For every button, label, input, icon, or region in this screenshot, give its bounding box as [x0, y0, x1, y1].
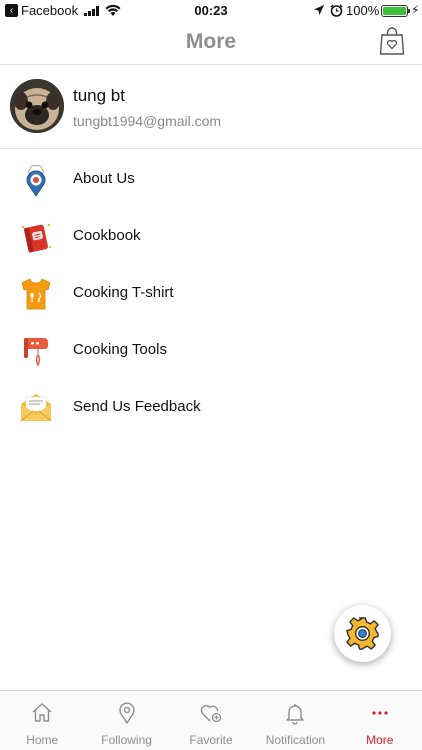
tab-home[interactable]: Home: [0, 691, 84, 750]
bell-icon: [286, 704, 305, 725]
tab-favorite[interactable]: Favorite: [169, 691, 253, 750]
menu-item-cooking-tshirt[interactable]: Cooking T-shirt: [0, 264, 422, 321]
location-pin-icon: [118, 702, 135, 724]
menu-item-label: Cookbook: [73, 227, 141, 244]
tab-notification[interactable]: Notification: [253, 691, 337, 750]
settings-fab-button[interactable]: [334, 605, 391, 662]
tab-following[interactable]: Following: [84, 691, 168, 750]
tab-label: Following: [101, 733, 152, 747]
menu-item-label: About Us: [73, 170, 135, 187]
alarm-icon: [330, 4, 343, 17]
tab-label: More: [366, 733, 394, 747]
tshirt-icon: [21, 278, 51, 310]
menu-item-send-feedback[interactable]: Send Us Feedback: [0, 378, 422, 435]
heart-plus-icon: [200, 705, 222, 723]
menu-item-about-us[interactable]: About Us: [0, 150, 422, 207]
page-title: More: [185, 30, 237, 53]
battery-icon: [381, 5, 408, 17]
tab-more[interactable]: More: [338, 691, 422, 750]
envelope-icon: [20, 394, 52, 422]
charging-bolt-icon: ⚡: [411, 3, 420, 17]
tab-label: Favorite: [189, 733, 233, 747]
menu-item-label: Cooking T-shirt: [73, 284, 174, 301]
battery-tip: [408, 9, 410, 13]
menu-item-label: Cooking Tools: [73, 341, 167, 358]
gear-icon: [346, 617, 379, 650]
mixer-icon: [24, 338, 48, 367]
profile-card[interactable]: tung bt tungbt1994@gmail.com: [0, 66, 422, 149]
more-dots-icon: [372, 711, 388, 715]
profile-email: tungbt1994@gmail.com: [73, 113, 222, 129]
avatar[interactable]: [10, 79, 64, 133]
status-bar: ‹ Facebook 00:23 100% ⚡: [0, 0, 422, 22]
bottom-tab-bar: Home Following Favorite Notification Mor…: [0, 690, 422, 750]
nav-header: More: [0, 22, 422, 65]
cookbook-icon: [21, 223, 52, 253]
home-icon: [32, 703, 52, 722]
profile-name: tung bt: [73, 86, 125, 105]
tab-label: Notification: [265, 733, 326, 747]
location-arrow-icon: [314, 5, 324, 15]
battery-percentage: 100%: [346, 3, 380, 18]
menu-item-cooking-tools[interactable]: Cooking Tools: [0, 321, 422, 378]
shopping-bag-heart-icon[interactable]: [378, 26, 406, 56]
menu-item-label: Send Us Feedback: [73, 398, 201, 415]
menu-item-cookbook[interactable]: Cookbook: [0, 207, 422, 264]
tab-label: Home: [26, 733, 59, 747]
chef-location-icon: [26, 165, 46, 197]
